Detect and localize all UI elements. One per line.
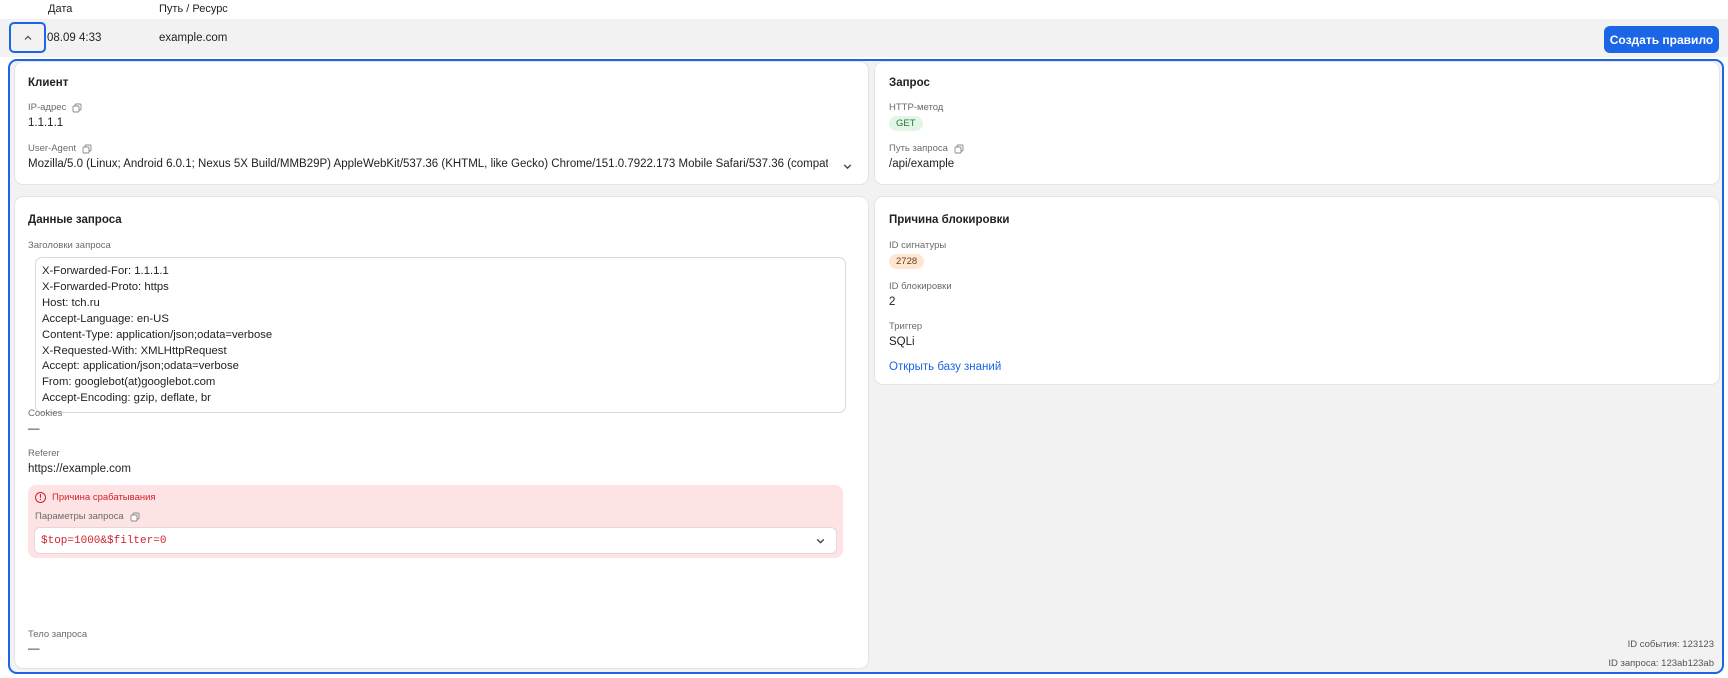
ip-value: 1.1.1.1 — [28, 117, 64, 129]
http-method-badge: GET — [889, 116, 923, 131]
create-rule-button[interactable]: Создать правило — [1604, 26, 1719, 53]
http-method-label: HTTP-метод — [889, 102, 944, 113]
block-reason-card: Причина блокировки ID сигнатуры 2728 ID … — [874, 196, 1720, 385]
request-path-value: /api/example — [889, 158, 955, 170]
headers-textarea[interactable]: X-Forwarded-For: 1.1.1.1 X-Forwarded-Pro… — [35, 257, 846, 413]
column-header-date[interactable]: Дата — [48, 3, 72, 15]
headers-label: Заголовки запроса — [28, 240, 111, 251]
collapse-row-button[interactable] — [9, 22, 46, 53]
ip-label: IP-адрес — [28, 102, 82, 113]
chevron-down-icon[interactable] — [842, 161, 853, 172]
table-header: Дата Путь / Ресурс — [0, 0, 1728, 19]
copy-icon[interactable] — [72, 103, 82, 113]
body-label: Тело запроса — [28, 629, 88, 640]
cookies-label: Cookies — [28, 408, 63, 419]
trigger-label: Триггер — [889, 321, 923, 332]
copy-icon[interactable] — [130, 512, 140, 522]
referer-value: https://example.com — [28, 463, 131, 475]
params-dropdown[interactable]: $top=1000&$filter=0 — [34, 527, 837, 554]
client-card: Клиент IP-адрес 1.1.1.1 User-Agent Mozil… — [14, 61, 869, 185]
event-details-panel: Клиент IP-адрес 1.1.1.1 User-Agent Mozil… — [8, 59, 1724, 674]
chevron-up-icon — [24, 35, 31, 40]
block-id-label: ID блокировки — [889, 281, 952, 292]
params-label: Параметры запроса — [35, 511, 140, 522]
block-id-value: 2 — [889, 296, 896, 308]
signature-id-label: ID сигнатуры — [889, 240, 947, 251]
row-path: example.com — [159, 32, 228, 44]
trigger-reason-box: ! Причина срабатывания Параметры запроса… — [28, 485, 843, 558]
referer-label: Referer — [28, 448, 60, 459]
request-data-card: Данные запроса Заголовки запроса X-Forwa… — [14, 196, 869, 669]
events-table: Дата Путь / Ресурс 08.09 4:33 example.co… — [0, 0, 1728, 678]
request-card-title: Запрос — [889, 77, 930, 89]
params-value: $top=1000&$filter=0 — [41, 534, 167, 547]
table-row[interactable]: 08.09 4:33 example.com Создать правило — [0, 19, 1728, 57]
client-card-title: Клиент — [28, 77, 69, 89]
block-reason-title: Причина блокировки — [889, 214, 1010, 226]
column-header-path[interactable]: Путь / Ресурс — [159, 3, 228, 15]
knowledge-base-link[interactable]: Открыть базу знаний — [889, 361, 1001, 373]
request-id: ID запроса: 123ab123ab — [1608, 658, 1714, 669]
ip-label-text: IP-адрес — [28, 102, 67, 113]
signature-id-badge: 2728 — [889, 254, 925, 269]
trigger-reason-text: Причина срабатывания — [52, 492, 156, 503]
body-value: — — [28, 643, 40, 655]
request-data-title: Данные запроса — [28, 214, 122, 226]
chevron-down-icon — [816, 538, 825, 544]
copy-icon[interactable] — [954, 144, 964, 154]
request-path-label-text: Путь запроса — [889, 143, 948, 154]
alert-circle-icon: ! — [35, 492, 46, 503]
params-label-text: Параметры запроса — [35, 511, 124, 522]
user-agent-value: Mozilla/5.0 (Linux; Android 6.0.1; Nexus… — [28, 158, 828, 170]
user-agent-label: User-Agent — [28, 143, 92, 154]
request-card: Запрос HTTP-метод GET Путь запроса /api/… — [874, 61, 1720, 185]
request-path-label: Путь запроса — [889, 143, 964, 154]
trigger-reason-title: ! Причина срабатывания — [35, 492, 156, 503]
row-date: 08.09 4:33 — [47, 32, 102, 44]
event-id: ID события: 123123 — [1627, 639, 1714, 650]
user-agent-label-text: User-Agent — [28, 143, 77, 154]
cookies-value: — — [28, 423, 40, 435]
trigger-value: SQLi — [889, 336, 915, 348]
copy-icon[interactable] — [82, 144, 92, 154]
